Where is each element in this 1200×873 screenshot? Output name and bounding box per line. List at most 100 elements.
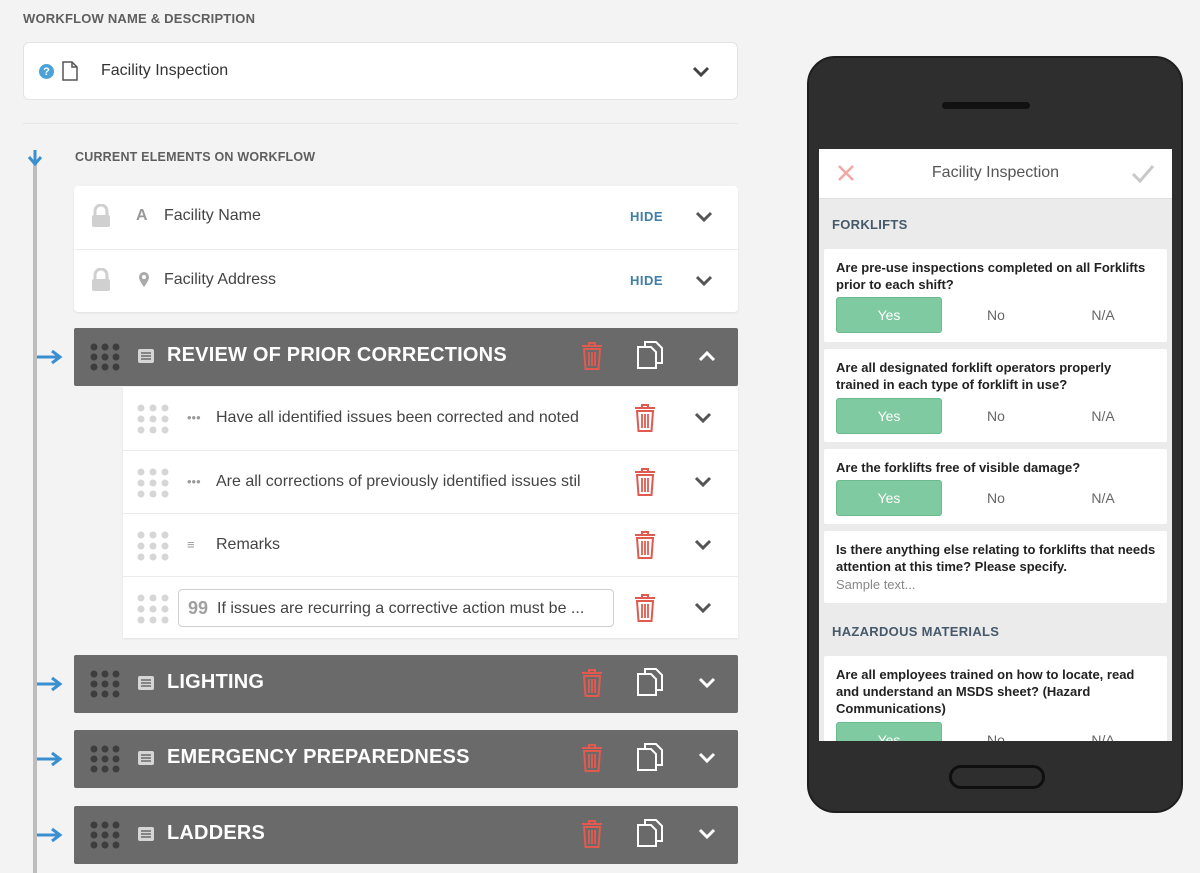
list-icon: [138, 827, 154, 841]
answer-options: Yes No N/A: [836, 398, 1156, 434]
option-na[interactable]: N/A: [1050, 297, 1156, 333]
hide-link[interactable]: HIDE: [630, 209, 663, 224]
workflow-name-card[interactable]: ? Facility Inspection: [23, 42, 738, 100]
list-item[interactable]: 99 If issues are recurring a corrective …: [123, 576, 738, 639]
section-title: REVIEW OF PRIOR CORRECTIONS: [167, 344, 507, 366]
trash-icon[interactable]: [634, 531, 656, 559]
list-icon: [138, 676, 154, 690]
static-row-facility-name[interactable]: A Facility Name HIDE: [74, 186, 738, 249]
section-title: LIGHTING: [167, 671, 265, 693]
answer-options: Yes No N/A: [836, 722, 1156, 741]
copy-icon[interactable]: [637, 668, 663, 696]
group-heading: HAZARDOUS MATERIALS: [832, 624, 1000, 639]
trash-icon[interactable]: [581, 342, 603, 370]
option-yes[interactable]: Yes: [836, 480, 942, 516]
lock-icon: [92, 204, 110, 227]
trash-icon[interactable]: [581, 820, 603, 848]
question-card: Are the forklifts free of visible damage…: [824, 449, 1167, 524]
chevron-down-icon[interactable]: [694, 210, 714, 224]
drag-handle-icon[interactable]: [90, 343, 120, 371]
option-yes[interactable]: Yes: [836, 398, 942, 434]
drag-handle-icon[interactable]: [137, 531, 169, 561]
arrow-right-icon: [37, 827, 63, 843]
chevron-down-icon[interactable]: [693, 601, 713, 615]
option-na[interactable]: N/A: [1050, 480, 1156, 516]
option-no[interactable]: No: [943, 297, 1049, 333]
workflow-name: Facility Inspection: [101, 62, 229, 79]
list-item[interactable]: ≡ Remarks: [123, 513, 738, 576]
drag-handle-icon[interactable]: [90, 821, 120, 849]
help-icon[interactable]: ?: [39, 64, 54, 79]
static-row-facility-address[interactable]: Facility Address HIDE: [74, 249, 738, 312]
list-icon: [138, 349, 154, 363]
chevron-down-icon[interactable]: [697, 751, 717, 765]
instruction-text-field[interactable]: 99 If issues are recurring a corrective …: [178, 589, 614, 627]
section-review-of-prior-corrections[interactable]: REVIEW OF PRIOR CORRECTIONS: [74, 328, 738, 386]
check-icon[interactable]: [1131, 164, 1155, 184]
arrow-down-icon: [27, 150, 43, 167]
trash-icon[interactable]: [634, 468, 656, 496]
copy-icon[interactable]: [637, 743, 663, 771]
location-pin-icon: [139, 272, 149, 287]
list-item[interactable]: ••• Have all identified issues been corr…: [123, 387, 738, 450]
option-yes[interactable]: Yes: [836, 722, 942, 741]
question-text: Are all designated forklift operators pr…: [836, 360, 1112, 392]
trash-icon[interactable]: [581, 669, 603, 697]
drag-handle-icon[interactable]: [90, 670, 120, 698]
drag-handle-icon[interactable]: [137, 468, 169, 498]
option-yes[interactable]: Yes: [836, 297, 942, 333]
copy-icon[interactable]: [637, 341, 663, 369]
item-text: Remarks: [216, 536, 281, 553]
chevron-down-icon[interactable]: [694, 274, 714, 288]
chevron-down-icon[interactable]: [693, 538, 713, 552]
drag-handle-icon[interactable]: [90, 745, 120, 773]
section-lighting[interactable]: LIGHTING: [74, 655, 738, 713]
item-text: If issues are recurring a corrective act…: [217, 600, 585, 617]
paragraph-icon: ≡: [187, 537, 195, 552]
section-title: LADDERS: [167, 822, 266, 844]
chevron-down-icon[interactable]: [691, 65, 711, 79]
drag-handle-icon[interactable]: [137, 594, 169, 624]
chevron-down-icon[interactable]: [697, 676, 717, 690]
chevron-down-icon[interactable]: [697, 827, 717, 841]
arrow-right-icon: [37, 751, 63, 767]
item-text: Are all corrections of previously identi…: [216, 473, 581, 490]
section-ladders[interactable]: LADDERS: [74, 806, 738, 864]
answer-text-input[interactable]: Sample text...: [836, 577, 915, 592]
answer-options: Yes No N/A: [836, 297, 1156, 333]
question-text: Are the forklifts free of visible damage…: [836, 460, 1081, 475]
phone-speaker: [944, 102, 1030, 109]
option-no[interactable]: No: [943, 722, 1049, 741]
option-no[interactable]: No: [943, 480, 1049, 516]
quote-icon: 99: [188, 598, 209, 618]
preview-title: Facility Inspection: [931, 164, 1060, 181]
option-no[interactable]: No: [943, 398, 1049, 434]
trash-icon[interactable]: [581, 744, 603, 772]
list-icon: [138, 751, 154, 765]
lock-icon: [92, 268, 110, 291]
chevron-down-icon[interactable]: [693, 411, 713, 425]
copy-icon[interactable]: [637, 819, 663, 847]
chevron-down-icon[interactable]: [693, 475, 713, 489]
ellipsis-icon: •••: [187, 410, 201, 425]
drag-handle-icon[interactable]: [137, 404, 169, 434]
question-text: Are pre-use inspections completed on all…: [836, 260, 1146, 292]
question-card: Are all designated forklift operators pr…: [824, 349, 1167, 442]
hide-link[interactable]: HIDE: [630, 273, 663, 288]
list-item[interactable]: ••• Are all corrections of previously id…: [123, 450, 738, 513]
preview-header: Facility Inspection: [819, 149, 1172, 199]
question-text: Are all employees trained on how to loca…: [836, 667, 1135, 716]
chevron-up-icon[interactable]: [697, 349, 717, 363]
text-type-icon: A: [136, 207, 148, 224]
question-text: Is there anything else relating to forkl…: [836, 542, 1156, 574]
section-title: EMERGENCY PREPAREDNESS: [167, 746, 470, 768]
arrow-right-icon: [37, 676, 63, 692]
workflow-section-label: WORKFLOW NAME & DESCRIPTION: [23, 11, 256, 26]
section-emergency-preparedness[interactable]: EMERGENCY PREPAREDNESS: [74, 730, 738, 788]
option-na[interactable]: N/A: [1050, 398, 1156, 434]
arrow-right-icon: [37, 349, 63, 365]
trash-icon[interactable]: [634, 594, 656, 622]
divider: [23, 123, 738, 124]
option-na[interactable]: N/A: [1050, 722, 1156, 741]
trash-icon[interactable]: [634, 404, 656, 432]
